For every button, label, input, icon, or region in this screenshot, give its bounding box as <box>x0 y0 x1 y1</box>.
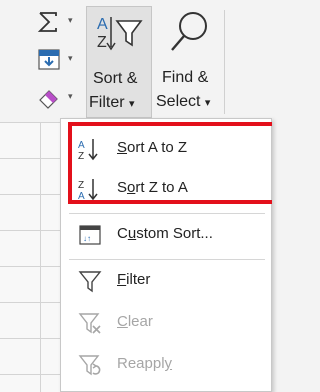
svg-text:Z: Z <box>97 34 107 51</box>
chevron-down-icon: ▾ <box>68 16 73 26</box>
eraser-icon <box>39 90 58 109</box>
autosum-button[interactable]: ▾ <box>18 8 80 36</box>
chevron-down-icon: ▾ <box>129 98 135 110</box>
chevron-down-icon: ▾ <box>204 97 211 109</box>
menu-item-reapply[interactable]: Reapply <box>61 345 273 385</box>
menu-separator <box>69 259 265 260</box>
find-select-label-line1: Find & <box>162 69 209 86</box>
menu-separator <box>69 213 265 214</box>
sort-filter-label-line1: Sort & <box>93 70 138 87</box>
sort-az-filter-icon: A Z <box>97 16 143 51</box>
menu-item-clear[interactable]: Clear <box>61 303 273 343</box>
sort-and-filter-button[interactable]: A Z Sort & Filter ▾ <box>86 6 152 118</box>
clear-filter-icon <box>78 313 101 334</box>
menu-item-label: Reapply <box>117 355 173 372</box>
chevron-down-icon: ▾ <box>68 92 73 102</box>
ribbon-editing-group: ▾ ▾ ▾ A Z Sort & Filter ▾ Find & Select … <box>0 0 272 123</box>
menu-item-label: Custom Sort... <box>117 225 213 242</box>
reapply-icon <box>78 355 101 376</box>
menu-item-label: Filter <box>117 271 151 288</box>
sigma-icon <box>37 12 57 32</box>
clear-button[interactable]: ▾ <box>18 84 80 112</box>
filter-icon <box>78 271 102 293</box>
chevron-down-icon: ▾ <box>68 54 73 64</box>
find-and-select-button[interactable]: Find & Select ▾ <box>152 6 224 118</box>
menu-item-filter[interactable]: Filter <box>61 261 273 301</box>
svg-text:↓↑: ↓↑ <box>83 234 91 243</box>
menu-item-label: Clear <box>117 313 153 330</box>
svg-text:A: A <box>97 16 108 33</box>
sort-filter-label-line2: Filter ▾ <box>89 94 135 111</box>
column-gridline <box>40 123 41 392</box>
magnifier-icon <box>171 12 207 51</box>
fill-button[interactable]: ▾ <box>18 46 80 74</box>
find-select-label-line2: Select ▾ <box>156 93 211 110</box>
menu-item-custom-sort[interactable]: ↓↑ Custom Sort... <box>61 215 273 255</box>
highlight-box <box>68 122 272 204</box>
ribbon-divider <box>224 10 225 114</box>
fill-down-icon <box>38 49 60 70</box>
editing-small-buttons: ▾ ▾ ▾ <box>0 0 84 120</box>
custom-sort-icon: ↓↑ <box>79 225 101 245</box>
